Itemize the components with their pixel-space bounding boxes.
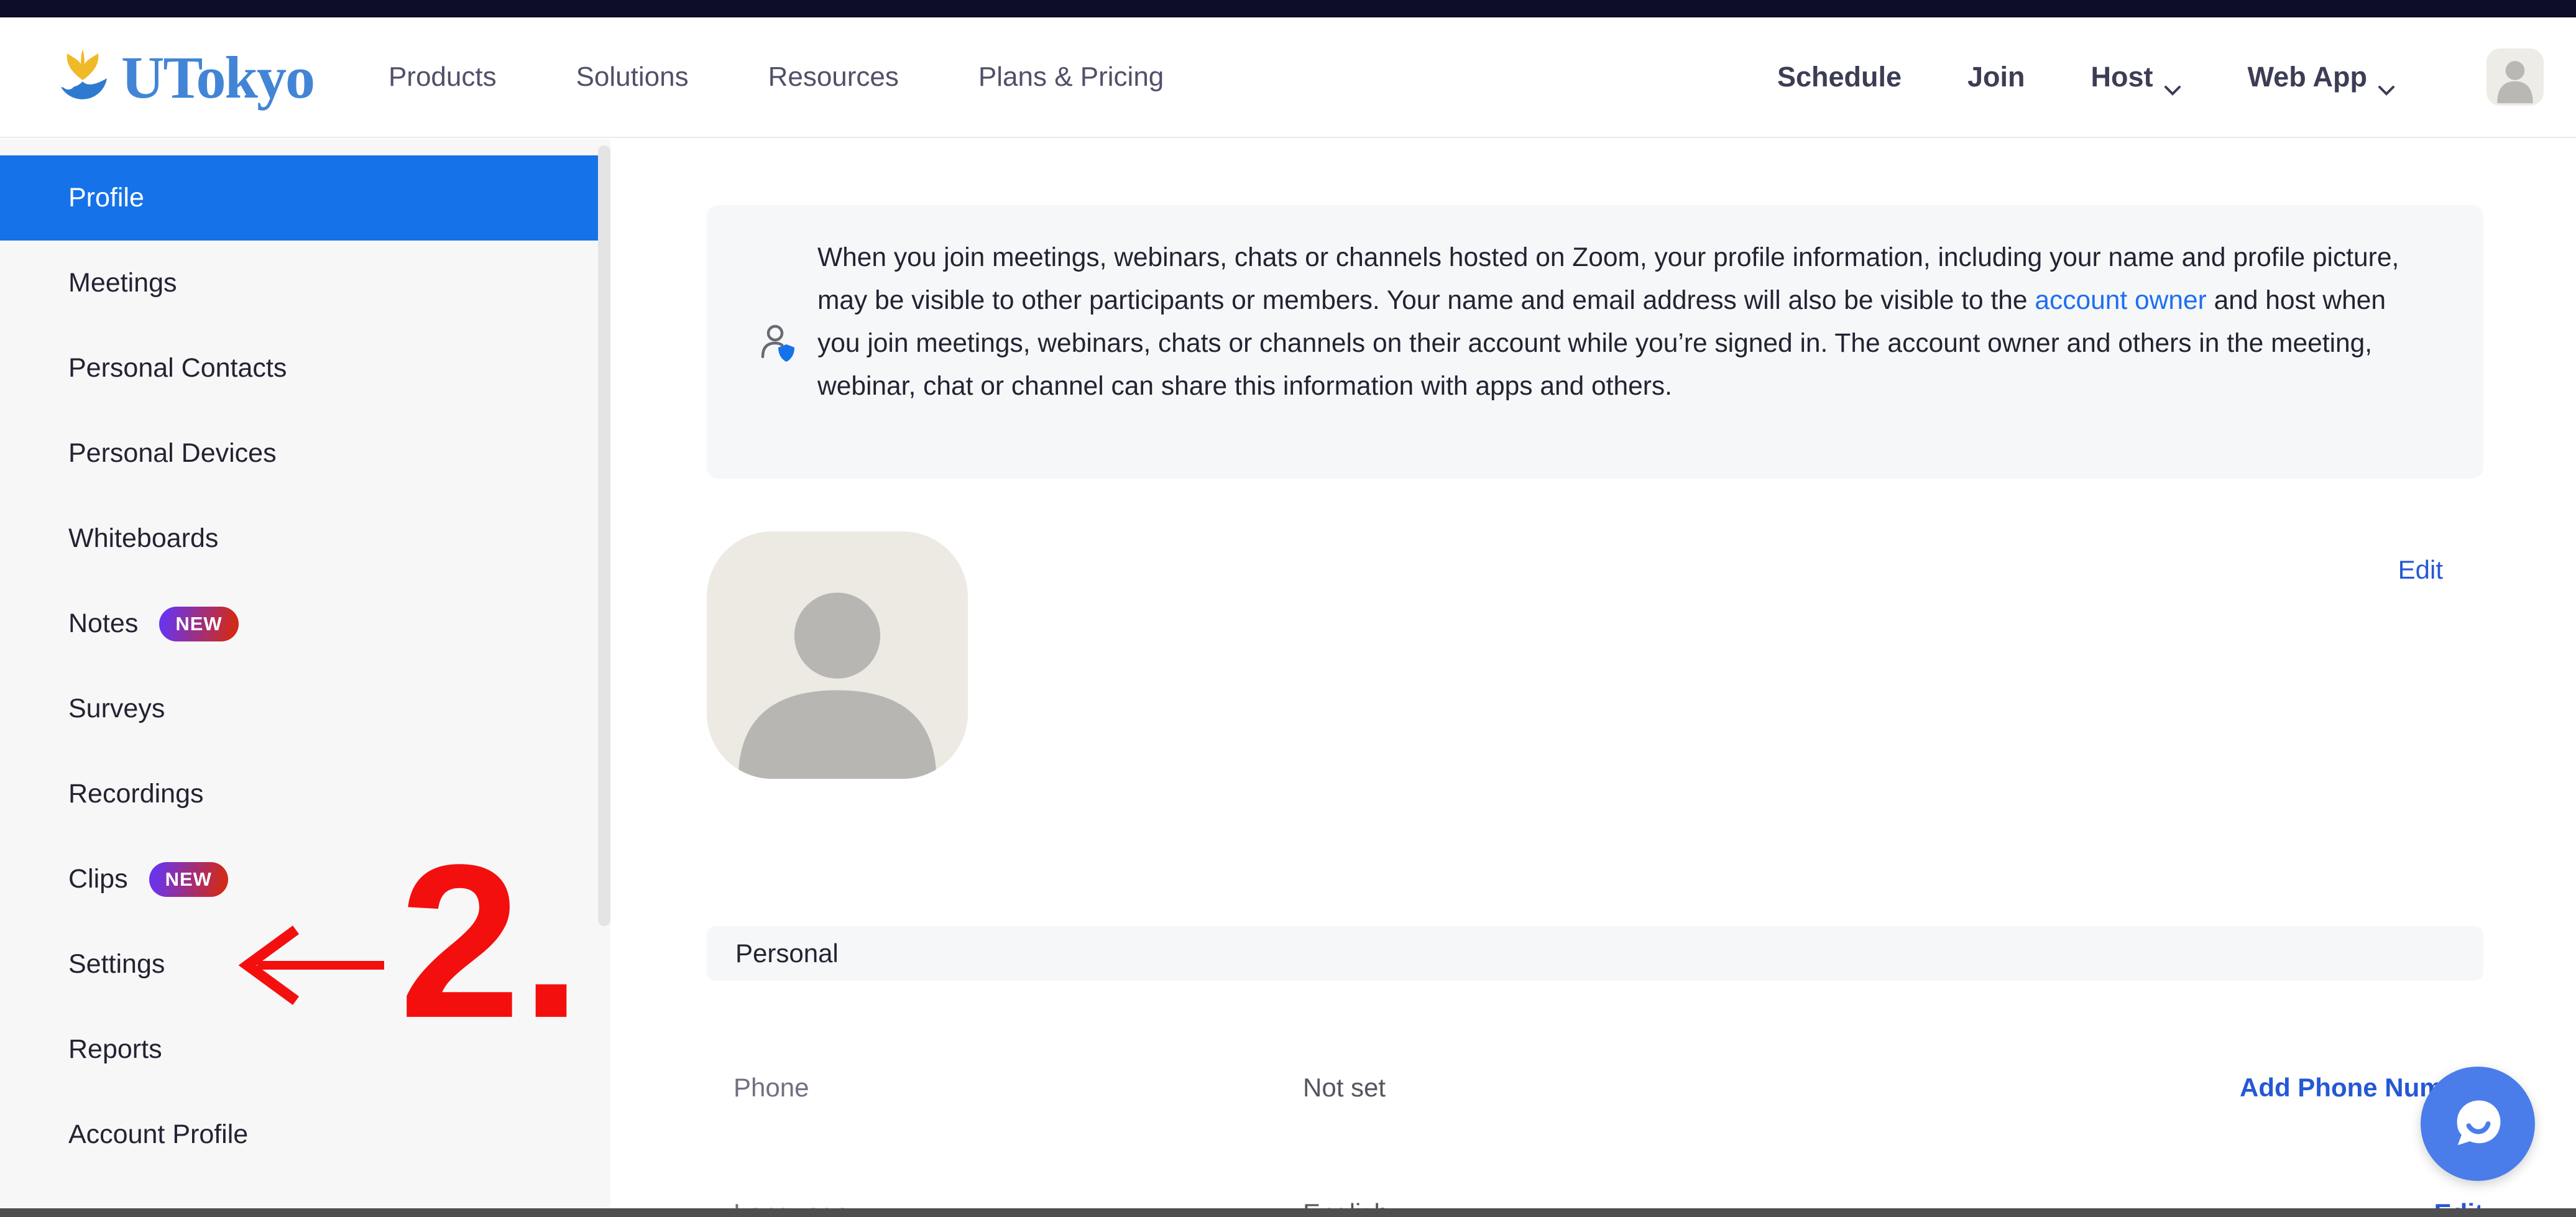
annotation-step-number: 2. (399, 832, 582, 1050)
nav-host-dropdown[interactable]: Host (2091, 61, 2182, 93)
sidebar-item-notes[interactable]: Notes NEW (0, 581, 610, 666)
nav-right-menu: Schedule Join Host Web App (1777, 48, 2544, 106)
utokyo-brand-logo[interactable]: UTokyo (53, 43, 314, 112)
chevron-down-icon (2377, 71, 2396, 83)
nav-schedule[interactable]: Schedule (1777, 61, 1902, 93)
phone-label: Phone (734, 1073, 809, 1103)
sidebar-scrollbar-thumb[interactable] (598, 145, 610, 926)
main-content: When you join meetings, webinars, chats … (610, 139, 2576, 1217)
nav-join[interactable]: Join (1967, 61, 2025, 93)
phone-row: Phone Not set Add Phone Number (707, 1073, 2483, 1105)
person-icon (707, 531, 968, 779)
nav-plans-pricing[interactable]: Plans & Pricing (978, 62, 1164, 93)
account-owner-link[interactable]: account owner (2035, 286, 2206, 315)
utokyo-logo-icon (53, 46, 113, 109)
person-icon (2486, 48, 2544, 106)
new-badge: NEW (149, 862, 228, 897)
brand-name: UTokyo (121, 43, 314, 112)
phone-value: Not set (1303, 1073, 1386, 1103)
profile-edit-link[interactable]: Edit (2398, 555, 2443, 585)
sidebar-item-whiteboards[interactable]: Whiteboards (0, 496, 610, 581)
profile-avatar-placeholder[interactable] (707, 531, 968, 779)
nav-resources[interactable]: Resources (768, 62, 899, 93)
chat-bubble-icon (2447, 1093, 2509, 1155)
sidebar-item-surveys[interactable]: Surveys (0, 666, 610, 751)
nav-products[interactable]: Products (389, 62, 497, 93)
window-bottom-strip (0, 1208, 2576, 1217)
support-chat-button[interactable] (2421, 1067, 2535, 1181)
nav-solutions[interactable]: Solutions (576, 62, 689, 93)
navbar-user-avatar[interactable] (2486, 48, 2544, 106)
nav-left-menu: Products Solutions Resources Plans & Pri… (389, 62, 1164, 93)
top-navbar: UTokyo Products Solutions Resources Plan… (0, 17, 2576, 138)
zoom-profile-page: UTokyo Products Solutions Resources Plan… (0, 0, 2576, 1217)
chevron-down-icon (2163, 71, 2182, 83)
window-top-strip (0, 0, 2576, 17)
user-shield-icon (759, 324, 795, 376)
new-badge: NEW (159, 607, 238, 641)
nav-webapp-dropdown[interactable]: Web App (2248, 61, 2396, 93)
sidebar-item-meetings[interactable]: Meetings (0, 241, 610, 326)
sidebar-item-profile[interactable]: Profile (0, 155, 610, 241)
sidebar-item-account-profile[interactable]: Account Profile (0, 1092, 610, 1177)
personal-section-header: Personal (707, 926, 2483, 981)
sidebar-item-personal-contacts[interactable]: Personal Contacts (0, 326, 610, 411)
profile-privacy-notice: When you join meetings, webinars, chats … (707, 205, 2483, 479)
sidebar-item-personal-devices[interactable]: Personal Devices (0, 411, 610, 496)
annotation-arrow-icon (234, 919, 389, 1015)
